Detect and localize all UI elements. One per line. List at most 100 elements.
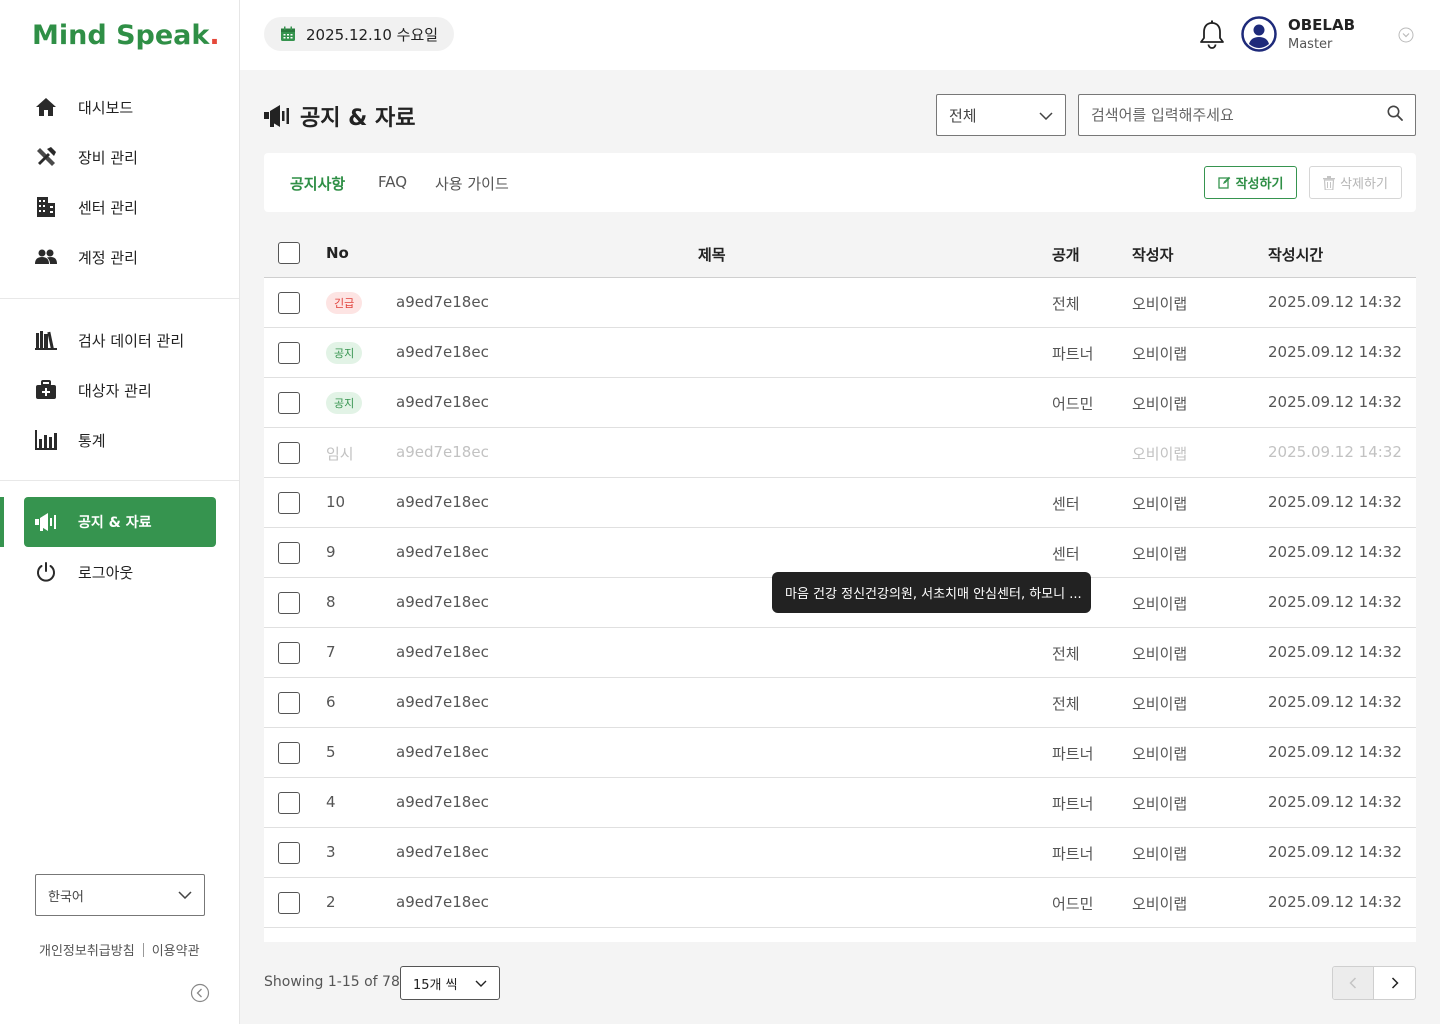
row-title[interactable]: a9ed7e18ec [396, 643, 489, 661]
previous-page-button[interactable] [1333, 967, 1375, 999]
bell-icon [1200, 20, 1224, 49]
user-menu-toggle[interactable] [1398, 27, 1414, 43]
sidebar-item-center[interactable]: 센터 관리 [24, 182, 216, 232]
page-title-text: 공지 & 자료 [300, 106, 416, 131]
row-checkbox[interactable] [278, 792, 300, 814]
row-number: 2 [326, 893, 336, 911]
row-checkbox[interactable] [278, 492, 300, 514]
row-checkbox[interactable] [278, 692, 300, 714]
notification-button[interactable] [1198, 20, 1226, 50]
column-header-visibility[interactable]: 공개 [1052, 244, 1080, 265]
row-checkbox[interactable] [278, 392, 300, 414]
row-number: 임시 [326, 445, 354, 463]
sidebar-item-logout[interactable]: 로그아웃 [24, 547, 216, 597]
row-checkbox[interactable] [278, 292, 300, 314]
table-row[interactable]: 4 a9ed7e18ec 파트너 오비이랩 2025.09.12 14:32 [264, 778, 1416, 828]
column-header-no[interactable]: No [326, 244, 349, 262]
privacy-link[interactable]: 개인정보취급방침 [39, 940, 135, 959]
row-title[interactable]: a9ed7e18ec [396, 593, 489, 611]
visibility-filter-select[interactable]: 전체 [936, 94, 1066, 136]
chevron-down-icon [178, 888, 192, 903]
row-title[interactable]: a9ed7e18ec [396, 843, 489, 861]
app-logo[interactable]: Mind Speak. [32, 20, 220, 51]
row-title[interactable]: a9ed7e18ec [396, 793, 489, 811]
table-row[interactable]: 10 a9ed7e18ec 센터 오비이랩 2025.09.12 14:32 [264, 478, 1416, 528]
sidebar-item-notice[interactable]: 공지 & 자료 [24, 497, 216, 547]
column-header-author[interactable]: 작성자 [1132, 244, 1173, 265]
table-row[interactable]: 6 a9ed7e18ec 전체 오비이랩 2025.09.12 14:32 [264, 678, 1416, 728]
sidebar-item-exam-data[interactable]: 검사 데이터 관리 [24, 315, 216, 365]
row-time: 2025.09.12 14:32 [1268, 493, 1402, 511]
row-visibility: 센터 [1052, 545, 1080, 563]
row-title[interactable]: a9ed7e18ec [396, 293, 489, 311]
search-input[interactable] [1091, 106, 1387, 124]
select-all-checkbox[interactable] [278, 242, 300, 264]
sidebar-divider [0, 298, 239, 299]
page-size-select[interactable]: 15개 씩 [400, 966, 500, 1000]
row-time: 2025.09.12 14:32 [1268, 343, 1402, 361]
row-checkbox[interactable] [278, 642, 300, 664]
tab-user-guide[interactable]: 사용 가이드 [435, 173, 509, 194]
date-chip[interactable]: 2025.12.10 수요일 [264, 17, 455, 51]
table-row[interactable]: 임시 a9ed7e18ec 오비이랩 2025.09.12 14:32 [264, 428, 1416, 478]
language-select[interactable]: 한국어 [35, 874, 205, 916]
terms-link[interactable]: 이용약관 [152, 940, 200, 959]
megaphone-icon [34, 510, 58, 534]
row-time: 2025.09.12 14:32 [1268, 893, 1402, 911]
row-title[interactable]: a9ed7e18ec [396, 393, 489, 411]
row-checkbox[interactable] [278, 542, 300, 564]
table-row[interactable]: 긴급 a9ed7e18ec 전체 오비이랩 2025.09.12 14:32 [264, 278, 1416, 328]
table-row[interactable]: 2 a9ed7e18ec 어드민 오비이랩 2025.09.12 14:32 [264, 878, 1416, 928]
tab-faq[interactable]: FAQ [378, 173, 407, 191]
column-header-time[interactable]: 작성시간 [1268, 244, 1323, 265]
row-visibility: 파트너 [1052, 845, 1094, 863]
row-time: 2025.09.12 14:32 [1268, 293, 1402, 311]
row-title[interactable]: a9ed7e18ec [396, 743, 489, 761]
delete-button[interactable]: 삭제하기 [1309, 166, 1402, 199]
books-icon [34, 328, 58, 352]
logo-dot: . [209, 20, 220, 51]
row-title[interactable]: a9ed7e18ec [396, 693, 489, 711]
row-checkbox[interactable] [278, 342, 300, 364]
row-checkbox[interactable] [278, 842, 300, 864]
avatar[interactable] [1241, 16, 1277, 52]
row-checkbox[interactable] [278, 442, 300, 464]
row-time: 2025.09.12 14:32 [1268, 443, 1402, 461]
table-row[interactable]: 공지 a9ed7e18ec 어드민 오비이랩 2025.09.12 14:32 [264, 378, 1416, 428]
delete-button-label: 삭제하기 [1340, 177, 1388, 192]
table-row[interactable]: 5 a9ed7e18ec 파트너 오비이랩 2025.09.12 14:32 [264, 728, 1416, 778]
top-header: 2025.12.10 수요일 OBELAB Master [240, 0, 1440, 70]
sidebar-item-equipment[interactable]: 장비 관리 [24, 132, 216, 182]
sidebar-collapse-button[interactable] [190, 983, 210, 1003]
sidebar-item-stats[interactable]: 통계 [24, 415, 216, 465]
table-row[interactable]: 7 a9ed7e18ec 전체 오비이랩 2025.09.12 14:32 [264, 628, 1416, 678]
row-title[interactable]: a9ed7e18ec [396, 543, 489, 561]
page-size-value: 15개 씩 [413, 977, 458, 993]
table-row[interactable]: 9 a9ed7e18ec 센터 오비이랩 2025.09.12 14:32 [264, 528, 1416, 578]
table-row[interactable]: 3 a9ed7e18ec 파트너 오비이랩 2025.09.12 14:32 [264, 828, 1416, 878]
row-title[interactable]: a9ed7e18ec [396, 443, 489, 461]
row-author: 오비이랩 [1132, 495, 1188, 513]
sidebar-item-dashboard[interactable]: 대시보드 [24, 82, 216, 132]
row-checkbox[interactable] [278, 892, 300, 914]
next-page-button[interactable] [1374, 967, 1415, 999]
row-title[interactable]: a9ed7e18ec [396, 493, 489, 511]
row-author: 오비이랩 [1132, 395, 1188, 413]
row-author: 오비이랩 [1132, 445, 1188, 463]
tab-notice[interactable]: 공지사항 [290, 173, 345, 194]
sidebar-item-label: 계정 관리 [78, 248, 138, 267]
row-visibility: 파트너 [1052, 795, 1094, 813]
sidebar-item-subjects[interactable]: 대상자 관리 [24, 365, 216, 415]
table-row[interactable]: 공지 a9ed7e18ec 파트너 오비이랩 2025.09.12 14:32 [264, 328, 1416, 378]
sidebar-item-account[interactable]: 계정 관리 [24, 232, 216, 282]
row-title[interactable]: a9ed7e18ec [396, 893, 489, 911]
row-checkbox[interactable] [278, 742, 300, 764]
sidebar-divider [0, 480, 239, 481]
logo-text: Mind Speak [32, 20, 210, 51]
row-visibility: 센터 [1052, 495, 1080, 513]
row-title[interactable]: a9ed7e18ec [396, 343, 489, 361]
write-button[interactable]: 작성하기 [1204, 166, 1297, 199]
column-header-title[interactable]: 제목 [698, 244, 726, 265]
search-icon[interactable] [1387, 105, 1403, 125]
row-checkbox[interactable] [278, 592, 300, 614]
